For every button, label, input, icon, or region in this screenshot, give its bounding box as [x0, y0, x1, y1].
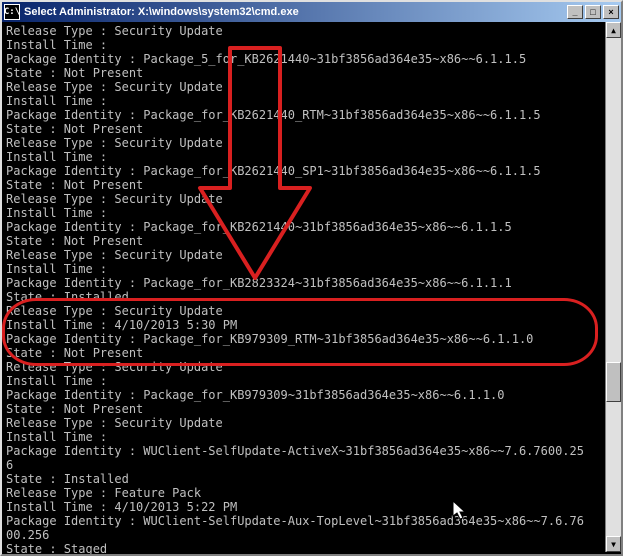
scroll-down-button[interactable]: ▼	[606, 536, 621, 552]
scroll-track[interactable]	[606, 38, 621, 536]
terminal-line: Install Time :	[6, 430, 617, 444]
terminal-line: Release Type : Security Update	[6, 360, 617, 374]
terminal-line: 6	[6, 458, 617, 472]
window-title: Select Administrator: X:\windows\system3…	[24, 6, 567, 18]
terminal-line: Package Identity : Package_5_for_KB26214…	[6, 52, 617, 66]
terminal-line: Install Time :	[6, 38, 617, 52]
close-button[interactable]: ×	[603, 5, 619, 19]
terminal-line: Install Time : 4/10/2013 5:30 PM	[6, 318, 617, 332]
terminal-line: State : Installed	[6, 290, 617, 304]
terminal-line: Install Time :	[6, 150, 617, 164]
terminal-line: Package Identity : WUClient-SelfUpdate-A…	[6, 514, 617, 528]
window-controls: _ □ ×	[567, 5, 619, 19]
terminal-line: 00.256	[6, 528, 617, 542]
terminal-output[interactable]: Release Type : Security UpdateInstall Ti…	[2, 22, 621, 554]
minimize-button[interactable]: _	[567, 5, 583, 19]
terminal-line: Release Type : Security Update	[6, 80, 617, 94]
terminal-line: State : Not Present	[6, 178, 617, 192]
terminal-line: Install Time :	[6, 94, 617, 108]
terminal-line: State : Not Present	[6, 346, 617, 360]
terminal-line: Release Type : Security Update	[6, 136, 617, 150]
terminal-line: Release Type : Security Update	[6, 248, 617, 262]
terminal-line: Release Type : Security Update	[6, 304, 617, 318]
terminal-line: Install Time :	[6, 206, 617, 220]
scroll-thumb[interactable]	[606, 362, 621, 402]
terminal-line: Package Identity : Package_for_KB2621440…	[6, 108, 617, 122]
terminal-line: Release Type : Security Update	[6, 24, 617, 38]
terminal-line: Release Type : Feature Pack	[6, 486, 617, 500]
terminal-line: Release Type : Security Update	[6, 416, 617, 430]
titlebar[interactable]: C:\ Select Administrator: X:\windows\sys…	[2, 2, 621, 22]
scroll-up-button[interactable]: ▲	[606, 22, 621, 38]
terminal-line: State : Not Present	[6, 122, 617, 136]
cmd-icon[interactable]: C:\	[4, 4, 20, 20]
terminal-line: Install Time :	[6, 374, 617, 388]
terminal-line: Package Identity : Package_for_KB2621440…	[6, 164, 617, 178]
terminal-line: Release Type : Security Update	[6, 192, 617, 206]
terminal-line: State : Staged	[6, 542, 617, 554]
terminal-line: Install Time :	[6, 262, 617, 276]
terminal-line: Package Identity : Package_for_KB979309_…	[6, 332, 617, 346]
terminal-line: Package Identity : WUClient-SelfUpdate-A…	[6, 444, 617, 458]
terminal-line: Package Identity : Package_for_KB979309~…	[6, 388, 617, 402]
terminal-line: Package Identity : Package_for_KB2823324…	[6, 276, 617, 290]
terminal-line: Package Identity : Package_for_KB2621440…	[6, 220, 617, 234]
cmd-window: C:\ Select Administrator: X:\windows\sys…	[0, 0, 623, 556]
vertical-scrollbar[interactable]: ▲ ▼	[605, 22, 621, 552]
terminal-line: State : Installed	[6, 472, 617, 486]
terminal-line: State : Not Present	[6, 402, 617, 416]
terminal-line: Install Time : 4/10/2013 5:22 PM	[6, 500, 617, 514]
terminal-line: State : Not Present	[6, 66, 617, 80]
terminal-line: State : Not Present	[6, 234, 617, 248]
maximize-button[interactable]: □	[585, 5, 601, 19]
